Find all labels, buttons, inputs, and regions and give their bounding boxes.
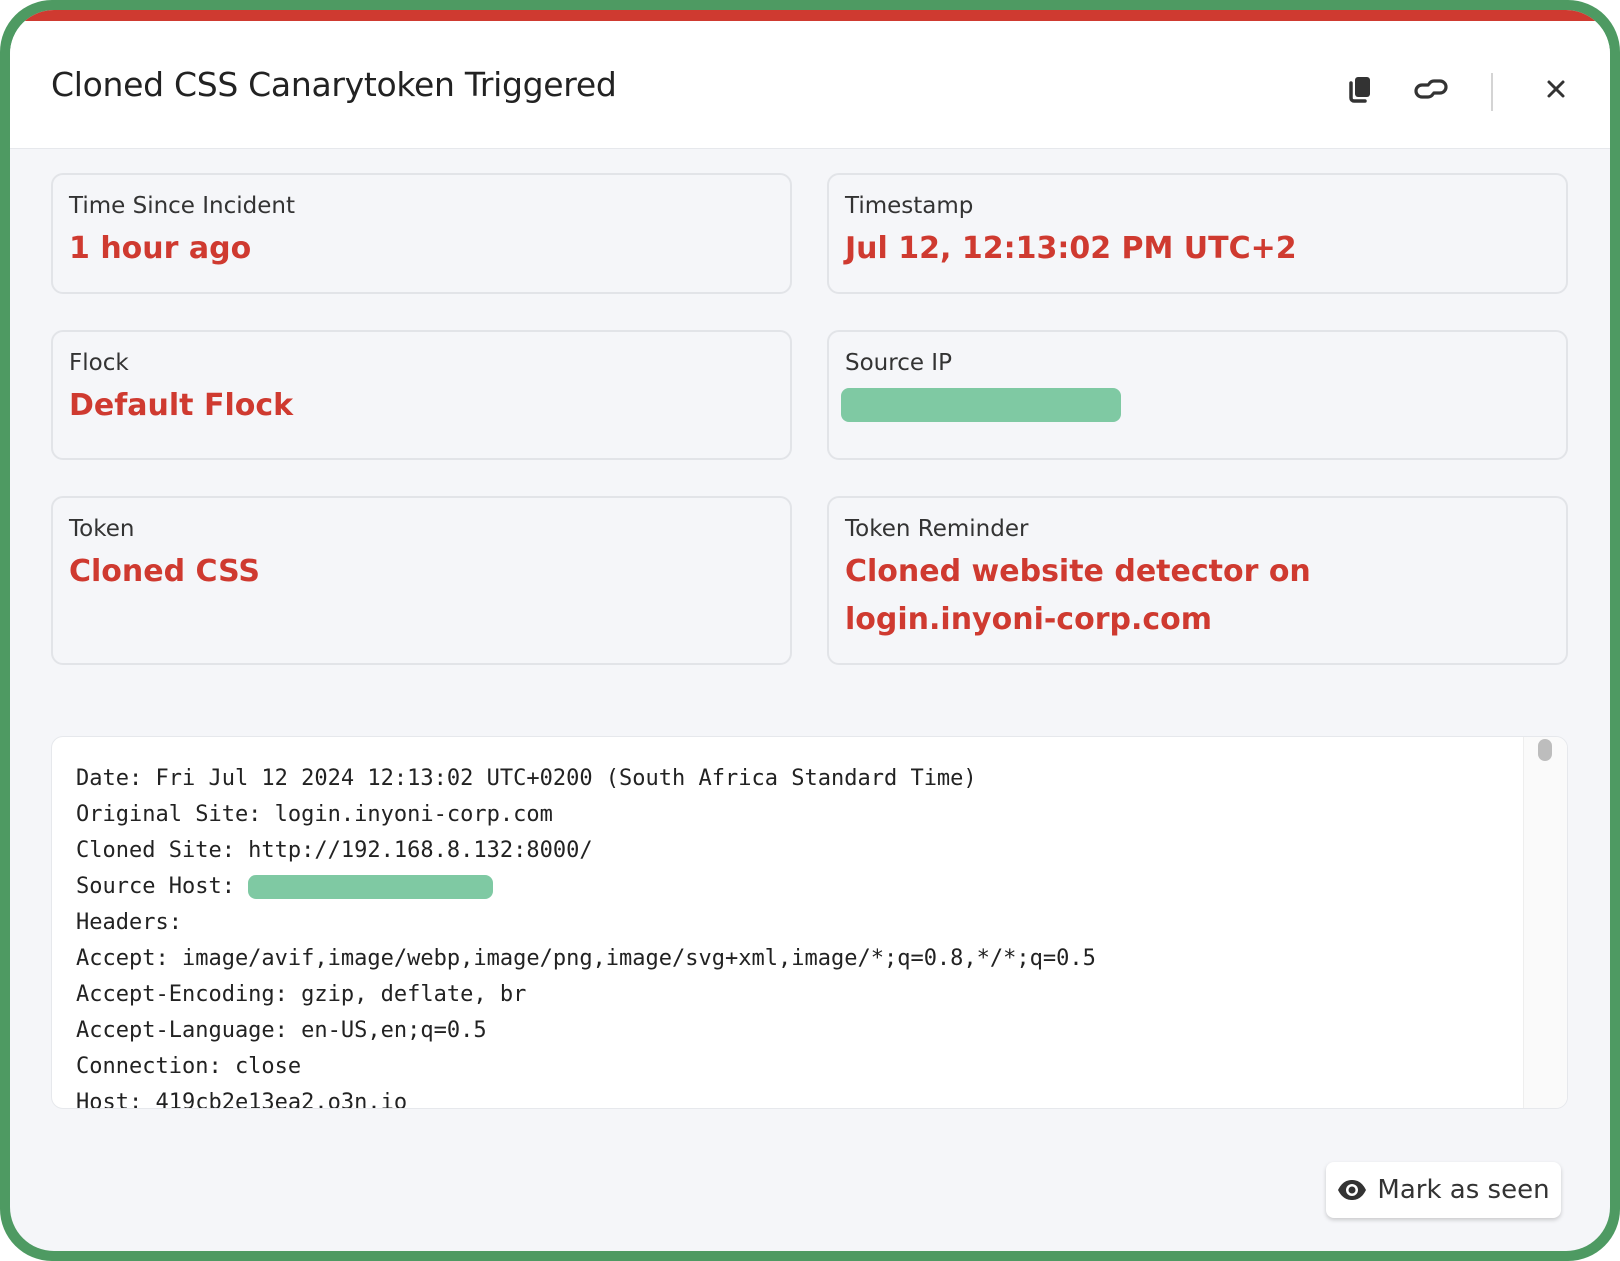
card-label: Token: [69, 516, 135, 542]
log-line-label: Source Host:: [76, 874, 249, 899]
card-label: Source IP: [845, 350, 952, 376]
card-token: Token Cloned CSS: [51, 496, 792, 665]
card-flock: Flock Default Flock: [51, 330, 792, 460]
card-value: Jul 12, 12:13:02 PM UTC+2: [845, 231, 1297, 266]
log-line: Original Site: login.inyoni-corp.com: [76, 802, 553, 827]
card-value: Default Flock: [69, 388, 294, 423]
incident-log[interactable]: Date: Fri Jul 12 2024 12:13:02 UTC+0200 …: [51, 736, 1568, 1109]
log-line: Headers:: [76, 910, 182, 935]
alert-bar: [10, 10, 1610, 21]
mark-as-seen-label: Mark as seen: [1377, 1175, 1550, 1205]
close-button[interactable]: [1538, 71, 1574, 107]
card-source-ip: Source IP: [827, 330, 1568, 460]
log-scrollbar[interactable]: [1523, 737, 1567, 1108]
log-line: Cloned Site: http://192.168.8.132:8000/: [76, 838, 593, 863]
log-line: Accept-Language: en-US,en;q=0.5: [76, 1018, 487, 1043]
close-icon: [1547, 80, 1565, 98]
log-line: Date: Fri Jul 12 2024 12:13:02 UTC+0200 …: [76, 766, 977, 791]
redacted-source-host: [248, 875, 494, 899]
card-time-since-incident: Time Since Incident 1 hour ago: [51, 173, 792, 294]
card-value: Cloned website detector on login.inyoni-…: [845, 554, 1311, 637]
log-line: Accept-Encoding: gzip, deflate, br: [76, 982, 527, 1007]
copy-icon: [1349, 77, 1370, 103]
card-value: 1 hour ago: [69, 231, 252, 266]
header-divider: [1491, 73, 1493, 111]
log-line: Connection: close: [76, 1054, 302, 1079]
redacted-source-ip: [841, 388, 1121, 422]
modal-header: Cloned CSS Canarytoken Triggered: [10, 21, 1610, 149]
log-line: Source Host:: [76, 869, 1096, 905]
card-label: Timestamp: [845, 193, 974, 219]
modal-title: Cloned CSS Canarytoken Triggered: [51, 65, 617, 104]
copy-button[interactable]: [1342, 71, 1378, 107]
log-text: Date: Fri Jul 12 2024 12:13:02 UTC+0200 …: [76, 761, 1096, 1109]
card-label: Token Reminder: [845, 516, 1029, 542]
card-label: Time Since Incident: [69, 193, 296, 219]
mark-as-seen-button[interactable]: Mark as seen: [1326, 1162, 1561, 1218]
log-line: Accept: image/avif,image/webp,image/png,…: [76, 946, 1096, 971]
link-icon: [1414, 79, 1448, 99]
incident-modal: Cloned CSS Canarytoken Triggered Time Si…: [10, 10, 1610, 1251]
card-label: Flock: [69, 350, 129, 376]
eye-icon: [1338, 1180, 1367, 1200]
card-timestamp: Timestamp Jul 12, 12:13:02 PM UTC+2: [827, 173, 1568, 294]
log-line: Host: 419cb2e13ea2.o3n.io: [76, 1090, 408, 1109]
card-value: Cloned CSS: [69, 554, 260, 589]
card-token-reminder: Token Reminder Cloned website detector o…: [827, 496, 1568, 665]
scrollbar-thumb[interactable]: [1538, 739, 1552, 761]
link-button[interactable]: [1413, 71, 1449, 107]
